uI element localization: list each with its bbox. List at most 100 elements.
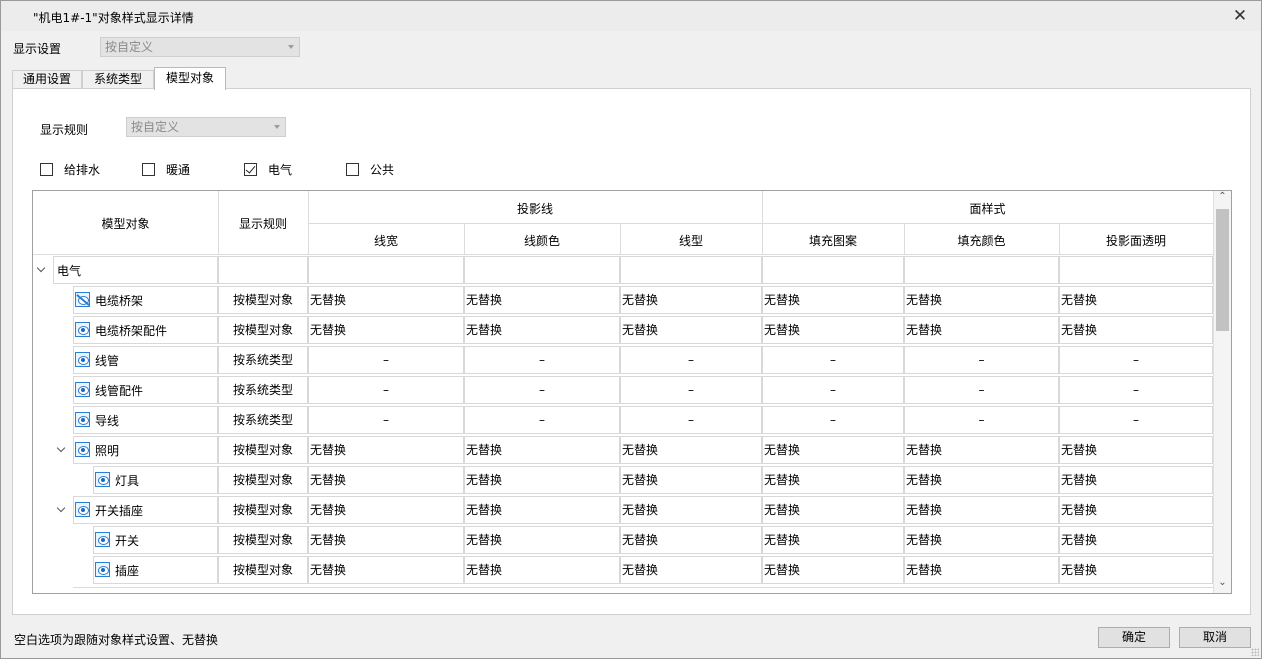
tab-general-settings[interactable]: 通用设置 xyxy=(12,70,82,89)
eye-icon[interactable] xyxy=(75,352,90,367)
chevron-down-icon[interactable] xyxy=(57,445,65,453)
value-cell[interactable]: 无替换 xyxy=(1059,466,1213,494)
display-rule-cell[interactable]: 按系统类型 xyxy=(218,406,308,434)
value-cell[interactable]: 无替换 xyxy=(762,556,904,584)
value-cell[interactable] xyxy=(762,256,904,284)
value-cell[interactable]: 无替换 xyxy=(308,556,464,584)
cancel-button[interactable]: 取消 xyxy=(1179,627,1251,648)
value-cell[interactable]: 无替换 xyxy=(762,466,904,494)
chevron-down-icon[interactable] xyxy=(57,505,65,513)
eye-icon[interactable] xyxy=(95,532,110,547)
value-cell[interactable]: – xyxy=(620,406,762,434)
display-rule-cell[interactable]: 按模型对象 xyxy=(218,286,308,314)
value-cell[interactable]: – xyxy=(308,406,464,434)
value-cell[interactable]: 无替换 xyxy=(904,466,1059,494)
display-rule-cell[interactable]: 按模型对象 xyxy=(218,526,308,554)
filter-checkbox[interactable]: 电气 xyxy=(244,161,292,178)
filter-checkbox[interactable]: 公共 xyxy=(346,161,394,178)
value-cell[interactable]: 无替换 xyxy=(464,436,620,464)
value-cell[interactable] xyxy=(620,256,762,284)
eye-icon[interactable] xyxy=(75,322,90,337)
value-cell[interactable]: 无替换 xyxy=(308,286,464,314)
filter-checkbox[interactable]: 给排水 xyxy=(40,161,100,178)
eye-icon[interactable] xyxy=(75,442,90,457)
display-rule-select[interactable]: 按自定义 xyxy=(126,117,286,137)
eye-icon[interactable] xyxy=(95,472,110,487)
display-rule-cell[interactable]: 按模型对象 xyxy=(218,496,308,524)
value-cell[interactable]: – xyxy=(308,376,464,404)
value-cell[interactable]: – xyxy=(464,346,620,374)
value-cell[interactable]: 无替换 xyxy=(1059,526,1213,554)
eye-icon[interactable] xyxy=(75,382,90,397)
value-cell[interactable]: 无替换 xyxy=(1059,556,1213,584)
display-settings-select[interactable]: 按自定义 xyxy=(100,37,300,57)
value-cell[interactable] xyxy=(308,256,464,284)
value-cell[interactable]: 无替换 xyxy=(762,496,904,524)
tab-model-object[interactable]: 模型对象 xyxy=(154,67,226,90)
value-cell[interactable]: – xyxy=(308,346,464,374)
chevron-down-icon[interactable] xyxy=(37,265,45,273)
value-cell[interactable]: – xyxy=(904,376,1059,404)
value-cell[interactable]: 无替换 xyxy=(620,496,762,524)
value-cell[interactable]: – xyxy=(762,346,904,374)
value-cell[interactable]: – xyxy=(464,376,620,404)
value-cell[interactable]: – xyxy=(904,406,1059,434)
filter-checkbox[interactable]: 暖通 xyxy=(142,161,190,178)
display-rule-cell[interactable]: 按模型对象 xyxy=(218,556,308,584)
value-cell[interactable]: 无替换 xyxy=(620,316,762,344)
chevron-up-icon[interactable]: ⌃ xyxy=(1214,191,1231,207)
value-cell[interactable]: 无替换 xyxy=(762,316,904,344)
value-cell[interactable]: 无替换 xyxy=(1059,316,1213,344)
value-cell[interactable]: 无替换 xyxy=(904,556,1059,584)
eye-icon[interactable] xyxy=(75,502,90,517)
display-rule-cell[interactable]: 按系统类型 xyxy=(218,346,308,374)
object-name-cell[interactable] xyxy=(93,526,218,554)
value-cell[interactable]: 无替换 xyxy=(620,526,762,554)
value-cell[interactable]: 无替换 xyxy=(620,436,762,464)
value-cell[interactable]: 无替换 xyxy=(464,556,620,584)
value-cell[interactable]: 无替换 xyxy=(904,316,1059,344)
object-name-cell[interactable] xyxy=(93,466,218,494)
vertical-scrollbar[interactable]: ⌃ ⌄ xyxy=(1213,191,1231,593)
value-cell[interactable]: 无替换 xyxy=(464,286,620,314)
value-cell[interactable]: – xyxy=(620,376,762,404)
value-cell[interactable]: 无替换 xyxy=(904,436,1059,464)
value-cell[interactable]: – xyxy=(1059,346,1213,374)
value-cell[interactable] xyxy=(904,256,1059,284)
value-cell[interactable]: 无替换 xyxy=(308,436,464,464)
ok-button[interactable]: 确定 xyxy=(1098,627,1170,648)
value-cell[interactable]: 无替换 xyxy=(762,526,904,554)
value-cell[interactable]: 无替换 xyxy=(620,286,762,314)
value-cell[interactable]: 无替换 xyxy=(464,466,620,494)
value-cell[interactable]: 无替换 xyxy=(904,286,1059,314)
eye-hidden-icon[interactable] xyxy=(75,292,90,307)
close-icon[interactable]: ✕ xyxy=(1229,5,1251,27)
value-cell[interactable]: 无替换 xyxy=(620,556,762,584)
value-cell[interactable]: 无替换 xyxy=(620,466,762,494)
value-cell[interactable]: 无替换 xyxy=(308,466,464,494)
value-cell[interactable]: 无替换 xyxy=(464,496,620,524)
value-cell[interactable]: 无替换 xyxy=(762,436,904,464)
scrollbar-thumb[interactable] xyxy=(1216,209,1229,331)
value-cell[interactable]: 无替换 xyxy=(308,496,464,524)
value-cell[interactable] xyxy=(464,256,620,284)
display-rule-cell[interactable]: 按模型对象 xyxy=(218,466,308,494)
value-cell[interactable]: – xyxy=(1059,406,1213,434)
value-cell[interactable]: – xyxy=(762,376,904,404)
value-cell[interactable]: 无替换 xyxy=(762,286,904,314)
tab-system-type[interactable]: 系统类型 xyxy=(82,70,154,89)
value-cell[interactable]: 无替换 xyxy=(308,526,464,554)
value-cell[interactable]: 无替换 xyxy=(1059,436,1213,464)
value-cell[interactable] xyxy=(1059,256,1213,284)
display-rule-cell[interactable]: 按模型对象 xyxy=(218,436,308,464)
object-name-cell[interactable] xyxy=(93,556,218,584)
chevron-down-icon[interactable]: ⌄ xyxy=(1214,577,1231,593)
value-cell[interactable]: 无替换 xyxy=(464,316,620,344)
value-cell[interactable]: – xyxy=(464,406,620,434)
value-cell[interactable]: 无替换 xyxy=(308,316,464,344)
value-cell[interactable]: 无替换 xyxy=(1059,286,1213,314)
value-cell[interactable]: 无替换 xyxy=(464,526,620,554)
value-cell[interactable]: – xyxy=(762,406,904,434)
display-rule-cell[interactable] xyxy=(218,256,308,284)
display-rule-cell[interactable]: 按系统类型 xyxy=(218,376,308,404)
